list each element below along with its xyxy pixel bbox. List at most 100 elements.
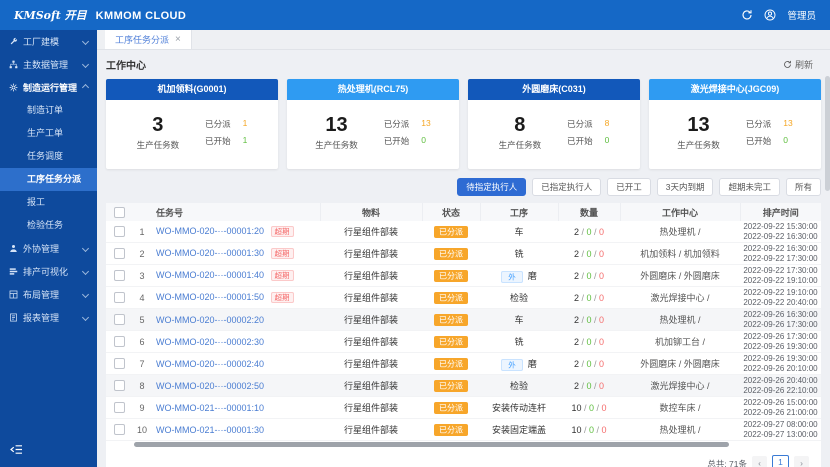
workcenter-card-0[interactable]: 机加领料(G0001) 3 生产任务数 已分派 1 已开始 1 xyxy=(106,79,278,169)
tab-label: 工序任务分派 xyxy=(115,33,169,46)
filter-button-5[interactable]: 所有 xyxy=(786,178,821,196)
sidebar-item-5[interactable]: 布局管理 xyxy=(0,283,97,306)
task-number-link[interactable]: WO-MMO-020-··-00002:40 xyxy=(156,359,264,369)
table-row[interactable]: 4 WO-MMO-020-··-00001:50 超期 行星组件部装 已分派 检… xyxy=(106,287,821,309)
vertical-scrollbar[interactable] xyxy=(825,50,830,467)
filter-button-4[interactable]: 超期未完工 xyxy=(719,178,780,196)
task-number-link[interactable]: WO-MMO-020-··-00002:50 xyxy=(156,381,264,391)
process-cell: 检验 xyxy=(510,293,528,303)
material-cell: 行星组件部装 xyxy=(344,337,398,347)
row-checkbox[interactable] xyxy=(114,380,125,391)
material-cell: 行星组件部装 xyxy=(344,359,398,369)
row-checkbox[interactable] xyxy=(114,402,125,413)
sidebar-item-1[interactable]: 主数据管理 xyxy=(0,53,97,76)
table-row[interactable]: 6 WO-MMO-020-··-00002:30 行星组件部装 已分派 铣 2 … xyxy=(106,331,821,353)
column-header-schedule: 排产时间 xyxy=(740,203,821,221)
workcenter-cell: 热处理机 / xyxy=(659,315,700,325)
filter-button-2[interactable]: 已开工 xyxy=(607,178,651,196)
workcenter-card-2[interactable]: 外圆磨床(C031) 8 生产任务数 已分派 8 已开始 0 xyxy=(468,79,640,169)
row-checkbox[interactable] xyxy=(114,226,125,237)
schedule-end: 2022-09-26 21:00:00 xyxy=(742,408,819,418)
vertical-scrollbar-thumb[interactable] xyxy=(825,76,830,191)
task-number-link[interactable]: WO-MMO-020-··-00001:30 xyxy=(156,248,264,258)
table-row[interactable]: 1 WO-MMO-020-··-00001:20 超期 行星组件部装 已分派 车… xyxy=(106,221,821,243)
select-all-checkbox[interactable] xyxy=(114,207,125,218)
task-number-link[interactable]: WO-MMO-020-··-00001:20 xyxy=(156,226,264,236)
table-row[interactable]: 5 WO-MMO-020-··-00002:20 行星组件部装 已分派 车 2 … xyxy=(106,309,821,331)
table-row[interactable]: 8 WO-MMO-020-··-00002:50 行星组件部装 已分派 检验 2… xyxy=(106,375,821,397)
workcenter-cell: 数控车床 / xyxy=(659,403,700,413)
row-index: 10 xyxy=(137,425,147,435)
qty-bad: 0 xyxy=(599,359,604,369)
task-number-link[interactable]: WO-MMO-021-··-00001:30 xyxy=(156,425,264,435)
status-badge: 已分派 xyxy=(434,226,468,238)
row-checkbox[interactable] xyxy=(114,292,125,303)
row-checkbox[interactable] xyxy=(114,424,125,435)
filter-button-1[interactable]: 已指定执行人 xyxy=(532,178,601,196)
task-count: 13 xyxy=(315,115,358,136)
schedule-chart-icon xyxy=(9,267,18,276)
qty-total: 10 xyxy=(571,425,581,435)
table-row[interactable]: 2 WO-MMO-020-··-00001:30 超期 行星组件部装 已分派 铣… xyxy=(106,243,821,265)
filter-button-3[interactable]: 3天内到期 xyxy=(657,178,714,196)
schedule-end: 2022-09-22 17:30:00 xyxy=(742,254,819,264)
next-page-button[interactable]: › xyxy=(794,456,809,467)
task-number-link[interactable]: WO-MMO-020-··-00001:40 xyxy=(156,270,264,280)
sidebar-subitem-2-2[interactable]: 任务调度 xyxy=(0,145,97,168)
schedule-start: 2022-09-26 20:40:00 xyxy=(742,376,819,386)
refresh-button[interactable]: 刷新 xyxy=(783,58,821,71)
sidebar-item-2[interactable]: 制造运行管理 xyxy=(0,76,97,99)
horizontal-scrollbar-thumb[interactable] xyxy=(134,442,729,447)
row-checkbox[interactable] xyxy=(114,336,125,347)
workcenter-title: 工作中心 xyxy=(106,57,146,72)
schedule-start: 2022-09-26 15:00:00 xyxy=(742,398,819,408)
table-row[interactable]: 3 WO-MMO-020-··-00001:40 超期 行星组件部装 已分派 外… xyxy=(106,265,821,287)
sidebar-submenu: 制造订单生产工单任务调度工序任务分派报工检验任务 xyxy=(0,99,97,237)
sidebar-item-4[interactable]: 排产可视化 xyxy=(0,260,97,283)
table-row[interactable]: 10 WO-MMO-021-··-00001:30 行星组件部装 已分派 安装固… xyxy=(106,419,821,441)
schedule-end: 2022-09-27 13:00:00 xyxy=(742,430,819,440)
sidebar-item-0[interactable]: 工厂建模 xyxy=(0,30,97,53)
row-index: 1 xyxy=(139,227,144,237)
workcenter-cell: 外圆磨床 / 外圆磨床 xyxy=(640,359,720,369)
schedule-start: 2022-09-22 19:10:00 xyxy=(742,288,819,298)
task-number-link[interactable]: WO-MMO-020-··-00002:20 xyxy=(156,315,264,325)
username[interactable]: 管理员 xyxy=(787,8,816,22)
sidebar-item-3[interactable]: 外协管理 xyxy=(0,237,97,260)
sidebar-subitem-2-0[interactable]: 制造订单 xyxy=(0,99,97,122)
task-count-label: 生产任务数 xyxy=(315,139,358,151)
row-checkbox[interactable] xyxy=(114,314,125,325)
task-number-link[interactable]: WO-MMO-021-··-00001:10 xyxy=(156,403,264,413)
schedule-end: 2022-09-22 19:10:00 xyxy=(742,276,819,286)
user-avatar-icon[interactable] xyxy=(764,9,776,21)
close-icon[interactable]: × xyxy=(175,35,181,45)
outsource-tag: 外 xyxy=(501,359,523,371)
page-1-button[interactable]: 1 xyxy=(772,455,789,467)
workcenter-card-3[interactable]: 激光焊接中心(JGC09) 13 生产任务数 已分派 13 已开始 0 xyxy=(649,79,821,169)
prev-page-button[interactable]: ‹ xyxy=(752,456,767,467)
refresh-icon xyxy=(783,60,792,69)
table-row[interactable]: 9 WO-MMO-021-··-00001:10 行星组件部装 已分派 安装传动… xyxy=(106,397,821,419)
tab-process-task-dispatch[interactable]: 工序任务分派 × xyxy=(105,30,192,49)
sidebar-item-6[interactable]: 报表管理 xyxy=(0,306,97,329)
task-count-label: 生产任务数 xyxy=(137,139,180,151)
row-checkbox[interactable] xyxy=(114,270,125,281)
sidebar-subitem-2-1[interactable]: 生产工单 xyxy=(0,122,97,145)
brand-logo: KMSoft 开目 KMMOM CLOUD xyxy=(0,7,186,23)
table-row[interactable]: 7 WO-MMO-020-··-00002:40 行星组件部装 已分派 外磨 2… xyxy=(106,353,821,375)
task-number-link[interactable]: WO-MMO-020-··-00002:30 xyxy=(156,337,264,347)
refresh-icon[interactable] xyxy=(741,9,753,21)
row-checkbox[interactable] xyxy=(114,248,125,259)
task-number-link[interactable]: WO-MMO-020-··-00001:50 xyxy=(156,292,264,302)
sidebar-subitem-2-5[interactable]: 检验任务 xyxy=(0,214,97,237)
status-badge: 已分派 xyxy=(434,248,468,260)
filter-button-0[interactable]: 待指定执行人 xyxy=(457,178,526,196)
sidebar-subitem-2-3[interactable]: 工序任务分派 xyxy=(0,168,97,191)
workcenter-card-1[interactable]: 热处理机(RCL75) 13 生产任务数 已分派 13 已开始 0 xyxy=(287,79,459,169)
collapse-sidebar-icon[interactable] xyxy=(10,442,23,460)
started-count: 0 xyxy=(421,135,426,147)
status-badge: 已分派 xyxy=(434,270,468,282)
horizontal-scrollbar[interactable] xyxy=(110,442,817,447)
sidebar-subitem-2-4[interactable]: 报工 xyxy=(0,191,97,214)
row-checkbox[interactable] xyxy=(114,358,125,369)
